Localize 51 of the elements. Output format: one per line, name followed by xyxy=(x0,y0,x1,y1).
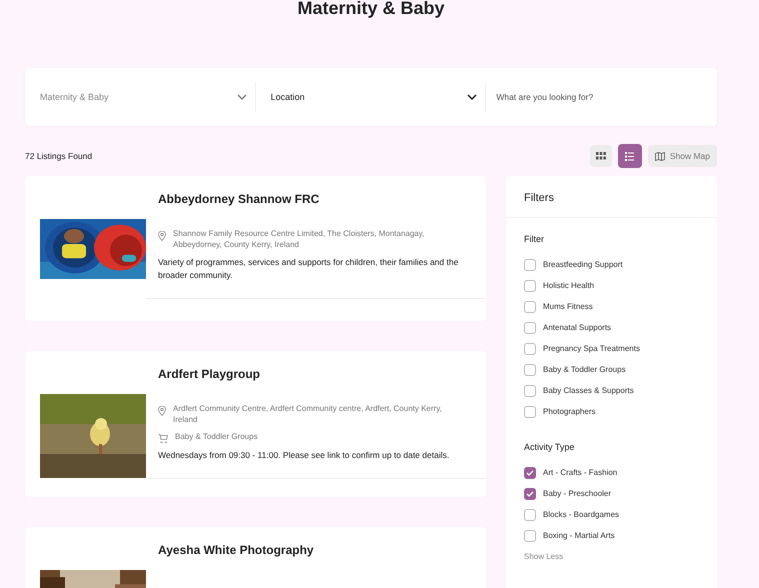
page-title: Maternity & Baby xyxy=(296,0,446,18)
listing-description: Variety of programmes, services and supports for children, their families and the broader community. xyxy=(158,256,460,282)
chevron-down-icon xyxy=(236,94,247,100)
listing-address: Ardfert Community Centre, Ardfert Community centre, Ardfert, County Kerry, Ireland xyxy=(173,403,443,425)
map-icon xyxy=(654,152,665,160)
checkbox[interactable] xyxy=(524,258,536,270)
grid-view-button[interactable] xyxy=(590,145,612,167)
filter-option-label[interactable]: Blocks - Boardgames xyxy=(543,510,620,519)
list-view-button[interactable] xyxy=(618,144,642,168)
location-pin-icon xyxy=(158,406,166,416)
list-icon xyxy=(625,152,634,160)
filter-option-label[interactable]: Photographers xyxy=(543,407,596,416)
listing-description: Wednesdays from 09:30 - 11:00. Please see link to confirm up to date details. xyxy=(158,449,450,462)
check-icon xyxy=(526,470,534,476)
filter-option-label[interactable]: Pregnancy Spa Treatments xyxy=(543,344,640,353)
filter-group-heading: Activity Type xyxy=(524,442,576,452)
checkbox[interactable] xyxy=(524,364,536,376)
filter-option-label[interactable]: Baby - Preschooler xyxy=(543,489,612,498)
filter-option-label[interactable]: Antenatal Supports xyxy=(543,323,612,332)
grid-icon xyxy=(596,152,606,160)
show-less-link[interactable]: Show Less xyxy=(524,552,564,561)
filter-option-label[interactable]: Art - Crafts - Fashion xyxy=(543,468,618,477)
checkbox[interactable] xyxy=(524,406,536,418)
show-map-button[interactable]: Show Map xyxy=(648,145,717,167)
checkbox[interactable] xyxy=(524,466,536,478)
listing-address: Shannow Family Resource Centre Limited, The Cloisters, Montanagay, Abbeydorney, County Kerry, Ireland xyxy=(173,228,426,250)
check-icon xyxy=(526,490,534,496)
filters-title: Filters xyxy=(506,176,717,218)
checkbox[interactable] xyxy=(524,300,536,312)
checkbox[interactable] xyxy=(524,322,536,334)
checkbox[interactable] xyxy=(524,508,536,520)
checkbox[interactable] xyxy=(524,342,536,354)
filter-option-label[interactable]: Mums Fitness xyxy=(543,302,593,311)
filter-option-label[interactable]: Breastfeeding Support xyxy=(543,260,623,269)
filter-option-label[interactable]: Baby & Toddler Groups xyxy=(543,365,626,374)
listing-category: Baby & Toddler Groups xyxy=(175,431,258,442)
category-dropdown[interactable]: Maternity & Baby xyxy=(25,82,256,112)
filter-option-label[interactable]: Baby Classes & Supports xyxy=(543,386,634,395)
listing-title[interactable]: Ayesha White Photography xyxy=(158,543,486,557)
location-pin-icon xyxy=(158,231,166,241)
checkbox[interactable] xyxy=(524,488,536,500)
filter-option-label[interactable]: Holistic Health xyxy=(543,281,594,290)
filter-option-label[interactable]: Boxing - Martial Arts xyxy=(543,531,615,540)
chevron-down-icon xyxy=(467,94,478,100)
checkbox[interactable] xyxy=(524,530,536,542)
results-count: 72 Listings Found xyxy=(25,151,92,161)
listing-title[interactable]: Abbeydorney Shannow FRC xyxy=(158,192,486,206)
checkbox[interactable] xyxy=(524,384,536,396)
checkbox[interactable] xyxy=(524,280,536,292)
listing-title[interactable]: Ardfert Playgroup xyxy=(158,367,486,381)
filter-group-heading: Filter xyxy=(524,234,545,244)
